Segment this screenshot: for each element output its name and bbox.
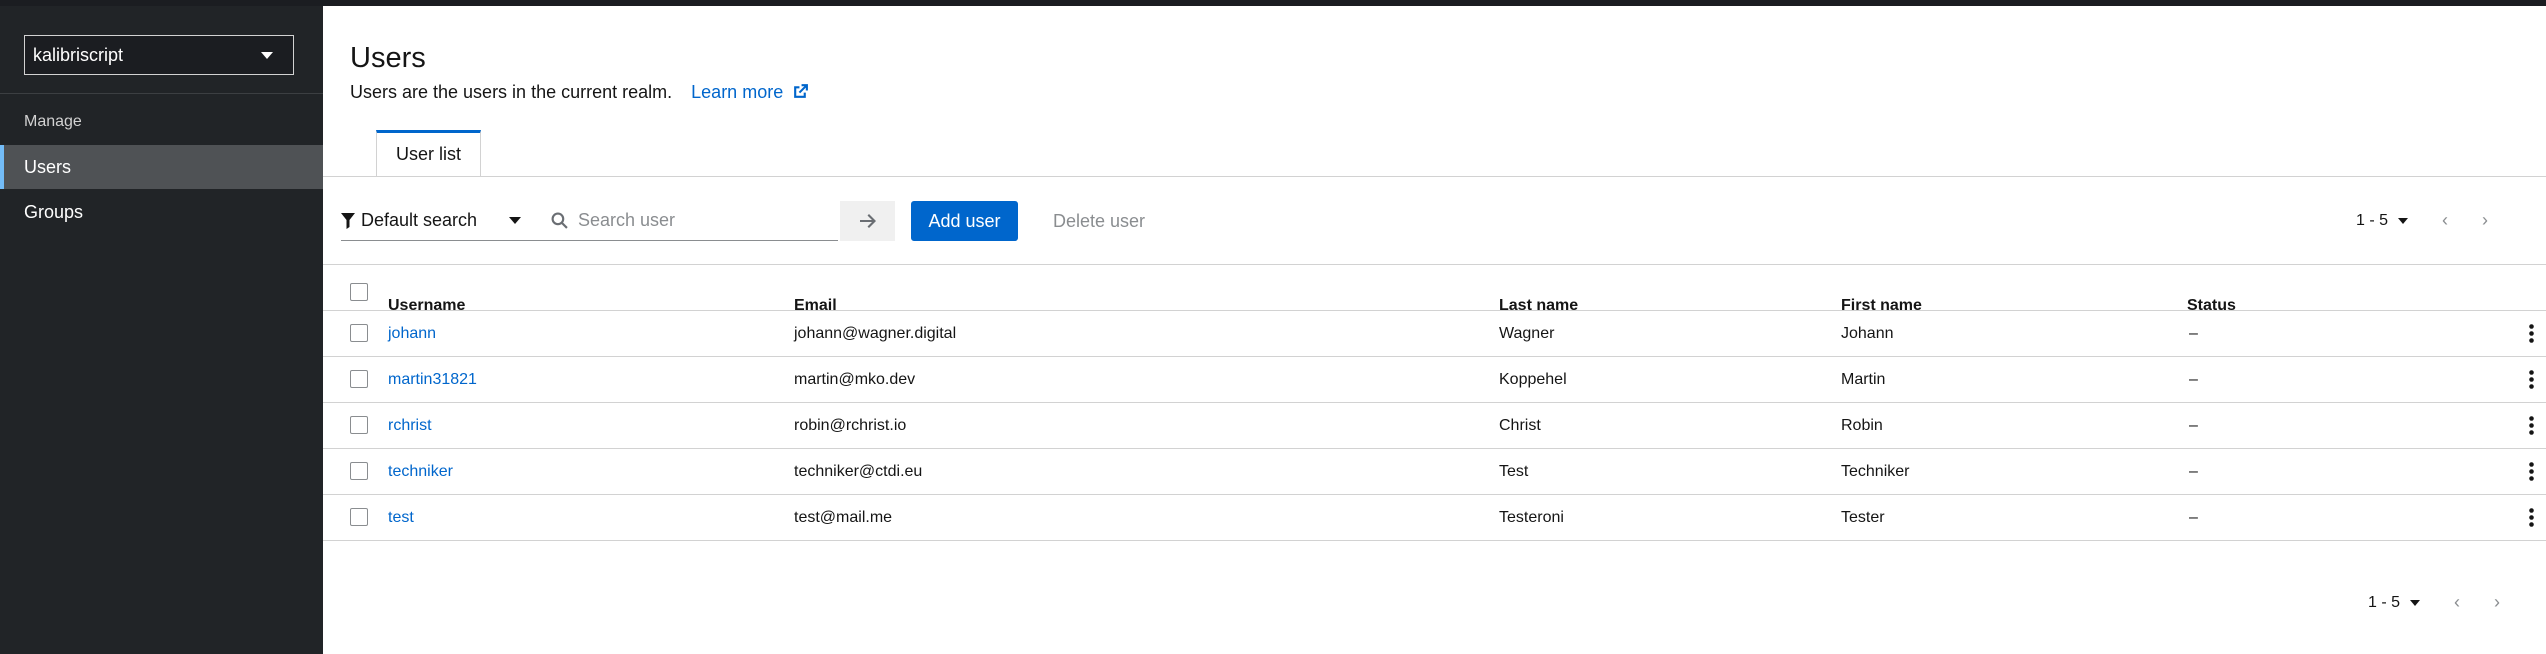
tab-label: User list	[396, 144, 462, 164]
username-link[interactable]: johann	[388, 311, 436, 356]
learn-more-link[interactable]: Learn more	[691, 82, 809, 102]
row-checkbox[interactable]	[350, 416, 368, 434]
delete-user-button[interactable]: Delete user	[1041, 201, 1157, 241]
row-checkbox[interactable]	[350, 370, 368, 388]
caret-down-icon	[2410, 599, 2420, 606]
status-cell: –	[2189, 462, 2198, 480]
sidebar: kalibriscript Manage Users Groups	[0, 6, 323, 654]
tabs-border	[323, 176, 2546, 177]
search-field	[541, 201, 838, 241]
page-description-text: Users are the users in the current realm…	[350, 82, 673, 102]
first-name-cell: Techniker	[1841, 462, 1910, 480]
sidebar-item-label: Users	[24, 156, 72, 177]
sidebar-item-groups[interactable]: Groups	[0, 190, 323, 234]
next-page-icon[interactable]: ›	[2482, 210, 2488, 231]
kebab-menu-icon[interactable]	[2529, 449, 2534, 494]
pagination-bottom: 1 - 5 ‹ ›	[2368, 592, 2500, 613]
sidebar-item-users[interactable]: Users	[0, 145, 323, 189]
row-checkbox[interactable]	[350, 324, 368, 342]
table-row: martin31821 martin@mko.dev Koppehel Mart…	[323, 356, 2546, 402]
table-row: test test@mail.me Testeroni Tester –	[323, 494, 2546, 541]
realm-selector[interactable]: kalibriscript	[24, 35, 294, 75]
last-name-cell: Wagner	[1499, 324, 1555, 342]
table-top-border	[323, 264, 2546, 265]
table-row: rchrist robin@rchrist.io Christ Robin –	[323, 402, 2546, 448]
first-name-cell: Martin	[1841, 370, 1886, 388]
table-row: johann johann@wagner.digital Wagner Joha…	[323, 310, 2546, 356]
kebab-menu-icon[interactable]	[2529, 403, 2534, 448]
row-checkbox[interactable]	[350, 508, 368, 526]
add-user-button[interactable]: Add user	[911, 201, 1018, 241]
kebab-menu-icon[interactable]	[2529, 357, 2534, 402]
kebab-menu-icon[interactable]	[2529, 311, 2534, 356]
search-input[interactable]	[576, 209, 830, 232]
filter-icon	[341, 212, 355, 229]
last-name-cell: Koppehel	[1499, 370, 1567, 388]
search-icon	[551, 212, 568, 229]
first-name-cell: Tester	[1841, 508, 1885, 526]
username-link[interactable]: martin31821	[388, 357, 477, 402]
status-cell: –	[2189, 508, 2198, 526]
pagination-range: 1 - 5	[2355, 211, 2388, 229]
email-cell: techniker@ctdi.eu	[794, 462, 923, 480]
email-cell: johann@wagner.digital	[794, 324, 957, 342]
status-cell: –	[2189, 324, 2198, 342]
last-name-cell: Testeroni	[1499, 508, 1564, 526]
caret-down-icon	[2398, 217, 2408, 224]
username-link[interactable]: test	[388, 495, 414, 540]
page-title: Users	[350, 42, 426, 74]
filter-label: Default search	[361, 210, 478, 230]
last-name-cell: Christ	[1499, 416, 1541, 434]
caret-down-icon	[261, 52, 273, 59]
email-cell: test@mail.me	[794, 508, 893, 526]
username-link[interactable]: techniker	[388, 449, 453, 494]
arrow-right-icon	[859, 214, 876, 228]
page-description: Users are the users in the current realm…	[350, 82, 809, 103]
external-link-icon	[794, 84, 809, 98]
tab-user-list[interactable]: User list	[376, 130, 482, 176]
sidebar-item-label: Groups	[24, 201, 84, 222]
kebab-menu-icon[interactable]	[2529, 495, 2534, 540]
status-cell: –	[2189, 416, 2198, 434]
filter-dropdown[interactable]: Default search	[341, 201, 541, 241]
search-submit-button[interactable]	[840, 201, 895, 241]
row-checkbox[interactable]	[350, 462, 368, 480]
table-row: techniker techniker@ctdi.eu Test Technik…	[323, 448, 2546, 494]
select-all-checkbox[interactable]	[350, 283, 368, 301]
pagination-range: 1 - 5	[2367, 593, 2400, 611]
pagination-toggle[interactable]: 1 - 5	[2368, 594, 2420, 612]
email-cell: robin@rchrist.io	[794, 416, 907, 434]
next-page-icon[interactable]: ›	[2494, 592, 2500, 613]
email-cell: martin@mko.dev	[794, 370, 916, 388]
sidebar-divider	[0, 93, 323, 94]
status-cell: –	[2189, 370, 2198, 388]
pagination-top: 1 - 5 ‹ ›	[2356, 210, 2488, 231]
pagination-toggle[interactable]: 1 - 5	[2356, 212, 2408, 230]
first-name-cell: Robin	[1841, 416, 1883, 434]
last-name-cell: Test	[1499, 462, 1529, 480]
realm-selector-value: kalibriscript	[33, 44, 124, 65]
caret-down-icon	[509, 217, 521, 224]
prev-page-icon[interactable]: ‹	[2442, 210, 2448, 231]
username-link[interactable]: rchrist	[388, 403, 432, 448]
nav-section-title: Manage	[24, 113, 82, 130]
main-content: Users Users are the users in the current…	[323, 6, 2546, 654]
prev-page-icon[interactable]: ‹	[2454, 592, 2460, 613]
learn-more-label: Learn more	[691, 82, 784, 102]
first-name-cell: Johann	[1841, 324, 1894, 342]
